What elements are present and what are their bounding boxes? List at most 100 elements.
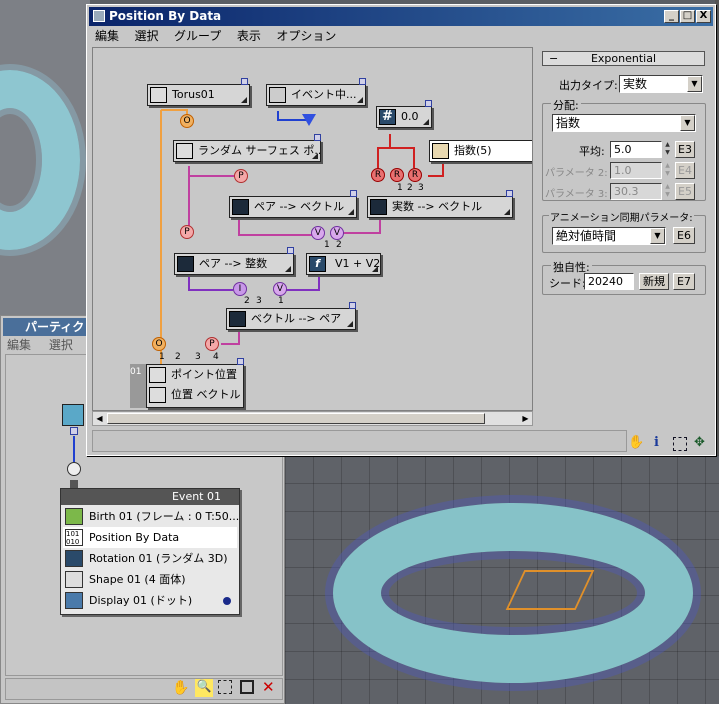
rollout-header[interactable]: − Exponential (542, 51, 705, 66)
node-pair-to-vector[interactable]: ペア --> ベクトル (229, 196, 357, 218)
node-function[interactable]: f V1 + V2 (306, 253, 381, 275)
pin-real-1[interactable]: R (371, 168, 385, 182)
convert-icon (177, 256, 194, 272)
data-flow-canvas[interactable]: Torus01 イベント中... #0.0 指数(5) ランダム サーフェス ポ… (92, 47, 533, 411)
hand-icon[interactable]: ✋ (628, 435, 644, 450)
dialog-title: Position By Data (109, 9, 222, 23)
node-torus[interactable]: Torus01 (147, 84, 250, 106)
param2-input[interactable]: 1.0 (610, 162, 662, 179)
mean-spinner[interactable]: ▲ ▼ (663, 141, 672, 158)
pin-vector[interactable]: V (273, 282, 287, 296)
menu-edit[interactable]: 編集 (89, 27, 125, 45)
input-index: 1 (159, 352, 165, 362)
viewport-perspective[interactable] (285, 455, 719, 704)
particle-view-menubar: 編集 選択 (7, 336, 73, 353)
pin-vector-2[interactable]: V (330, 226, 344, 240)
menu-view[interactable]: 表示 (231, 27, 267, 45)
close-button[interactable]: X (696, 10, 711, 23)
scroll-left-icon[interactable]: ◀ (93, 412, 106, 425)
pv-no-zoom-icon[interactable]: ✕ (262, 678, 275, 696)
e5-button[interactable]: E5 (675, 183, 695, 200)
operator-position-by-data[interactable]: 101 010 Position By Data (63, 527, 237, 548)
zoom-region-icon[interactable] (673, 437, 687, 451)
mean-input[interactable]: 5.0 (610, 141, 662, 158)
input-index: 2 (407, 183, 413, 193)
node-event[interactable]: イベント中... (266, 84, 366, 106)
node-random-surface[interactable]: ランダム サーフェス ポ... (173, 140, 321, 162)
event-node[interactable]: Event 01 Birth 01 (フレーム : 0 T:50... 101 0… (60, 488, 240, 615)
event-output-pin[interactable] (302, 114, 316, 126)
scroll-thumb[interactable] (107, 413, 485, 424)
e4-button[interactable]: E4 (675, 162, 695, 179)
seed-input[interactable]: 20240 (584, 273, 634, 290)
pan-icon[interactable]: ✥ (694, 435, 705, 450)
particle-view-title[interactable]: パーティクル (3, 318, 93, 336)
pin-real-2[interactable]: R (390, 168, 404, 182)
pin-pair[interactable]: P (234, 169, 248, 183)
pv-source-port[interactable] (70, 427, 78, 435)
node-vector-to-pair[interactable]: ベクトル --> ペア (226, 308, 356, 330)
param2-value: 1.0 (614, 164, 632, 177)
pin-real-3[interactable]: R (408, 168, 422, 182)
anim-sync-value: 絶対値時間 (556, 229, 617, 243)
scroll-right-icon[interactable]: ▶ (519, 412, 532, 425)
node-pair-to-int[interactable]: ペア --> 整数 (174, 253, 294, 275)
anim-sync-select[interactable]: 絶対値時間 ▼ (552, 227, 666, 245)
pv-menu-select[interactable]: 選択 (49, 338, 73, 352)
pv-zoom-region-icon[interactable] (218, 680, 232, 694)
info-icon[interactable]: i (654, 435, 659, 450)
node-output[interactable]: ポイント位置 位置 ベクトル (146, 364, 244, 408)
pv-zoom-icon[interactable]: 🔍 (195, 679, 213, 697)
pv-zoom-extents-icon[interactable] (240, 680, 254, 694)
viewport-left[interactable] (0, 0, 90, 315)
collapse-icon[interactable]: − (549, 52, 558, 65)
node-port[interactable] (287, 247, 294, 254)
node-exponential[interactable]: 指数(5) (429, 140, 532, 162)
menu-select[interactable]: 選択 (129, 27, 165, 45)
node-port[interactable] (314, 134, 321, 141)
operator-display[interactable]: Display 01 (ドット) (63, 590, 237, 611)
e3-button[interactable]: E3 (675, 141, 695, 158)
pin-integer[interactable]: I (233, 282, 247, 296)
pv-source-icon[interactable] (62, 404, 84, 426)
distribution-select[interactable]: 指数 ▼ (552, 114, 696, 132)
maximize-button[interactable]: □ (680, 10, 695, 23)
e7-button[interactable]: E7 (673, 273, 695, 290)
node-port[interactable] (237, 358, 244, 365)
new-seed-button[interactable]: 新規 (639, 273, 669, 290)
node-label: 実数 --> ベクトル (392, 200, 483, 213)
param2-spinner[interactable]: ▲ ▼ (663, 162, 672, 179)
minimize-button[interactable]: _ (664, 10, 679, 23)
dice-icon (432, 143, 449, 159)
e6-button[interactable]: E6 (673, 227, 695, 244)
pin-pair[interactable]: P (205, 337, 219, 351)
node-port[interactable] (349, 302, 356, 309)
pv-menu-edit[interactable]: 編集 (7, 338, 31, 352)
operator-shape[interactable]: Shape 01 (4 面体) (63, 569, 237, 590)
menu-group[interactable]: グループ (168, 27, 227, 45)
pv-input-port[interactable] (67, 462, 81, 476)
event-title[interactable]: Event 01 (61, 489, 239, 505)
pin-vector-1[interactable]: V (311, 226, 325, 240)
node-real-to-vector[interactable]: 実数 --> ベクトル (367, 196, 513, 218)
operator-rotation[interactable]: Rotation 01 (ランダム 3D) (63, 548, 237, 569)
menu-options[interactable]: オプション (270, 27, 342, 45)
node-port[interactable] (506, 190, 513, 197)
node-port[interactable] (241, 78, 248, 85)
operator-birth[interactable]: Birth 01 (フレーム : 0 T:50... (63, 506, 239, 527)
dialog-titlebar[interactable]: Position By Data _ □ X (89, 7, 713, 26)
node-float[interactable]: #0.0 (376, 106, 432, 128)
param3-input[interactable]: 30.3 (610, 183, 662, 200)
pv-hand-icon[interactable]: ✋ (172, 680, 189, 696)
node-port[interactable] (425, 100, 432, 107)
canvas-hscrollbar[interactable]: ◀ ▶ (92, 411, 533, 426)
anim-sync-label: アニメーション同期パラメータ: (549, 209, 694, 224)
node-port[interactable] (359, 78, 366, 85)
pin-object[interactable]: O (180, 114, 194, 128)
app-icon (93, 10, 105, 22)
output-type-select[interactable]: 実数 ▼ (619, 75, 703, 93)
param3-spinner[interactable]: ▲ ▼ (663, 183, 672, 200)
pin-pair[interactable]: P (180, 225, 194, 239)
pin-object[interactable]: O (152, 337, 166, 351)
node-port[interactable] (350, 190, 357, 197)
